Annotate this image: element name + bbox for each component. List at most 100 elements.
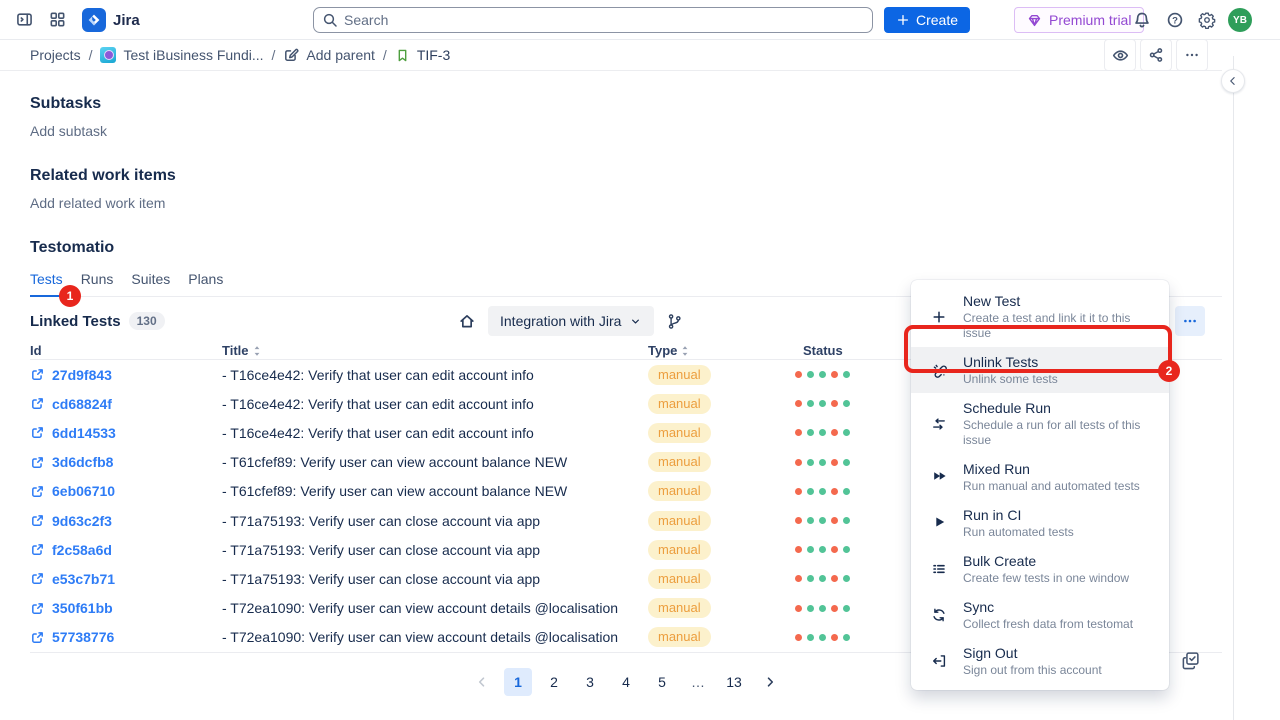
external-link-icon <box>30 513 45 528</box>
tab-runs[interactable]: Runs <box>81 271 114 296</box>
premium-trial-button[interactable]: Premium trial <box>1014 7 1144 33</box>
sort-icon <box>681 345 689 357</box>
search-input[interactable] <box>313 7 873 33</box>
help-icon[interactable]: ? <box>1166 11 1184 29</box>
column-header-id[interactable]: Id <box>30 343 222 358</box>
status-dot-green <box>807 459 814 466</box>
test-id-link[interactable]: 3d6dcfb8 <box>52 454 113 470</box>
chevron-down-icon <box>629 315 642 328</box>
test-id-link[interactable]: e53c7b71 <box>52 571 115 587</box>
menu-item-sync[interactable]: SyncCollect fresh data from testomat <box>911 592 1169 638</box>
type-cell: manual <box>648 365 795 385</box>
tab-plans[interactable]: Plans <box>188 271 223 296</box>
status-dot-green <box>843 605 850 612</box>
status-dot-green <box>807 488 814 495</box>
create-button[interactable]: Create <box>884 7 970 33</box>
tab-suites[interactable]: Suites <box>131 271 170 296</box>
branch-icon[interactable] <box>666 313 683 330</box>
chevron-left-icon <box>1227 75 1239 87</box>
id-cell: 9d63c2f3 <box>30 513 222 529</box>
type-cell: manual <box>648 511 795 531</box>
status-dot-green <box>843 546 850 553</box>
more-actions-button[interactable] <box>1175 306 1205 336</box>
test-id-link[interactable]: f2c58a6d <box>52 542 112 558</box>
menu-item-subtitle: Run automated tests <box>963 525 1074 540</box>
type-badge: manual <box>648 365 711 385</box>
add-related-work-item-button[interactable]: Add related work item <box>30 195 165 211</box>
diamond-icon <box>1027 13 1042 28</box>
add-parent-button[interactable]: Add parent <box>283 47 375 63</box>
edit-pencil-icon <box>283 47 299 63</box>
tab-tests[interactable]: Tests <box>30 271 63 297</box>
breadcrumb-project-label: Test iBusiness Fundi... <box>123 47 263 63</box>
add-parent-label: Add parent <box>306 47 375 63</box>
pagination-next-button[interactable] <box>756 668 784 696</box>
page-button-2[interactable]: 2 <box>540 668 568 696</box>
app-title: Jira <box>113 12 140 29</box>
test-id-link[interactable]: 9d63c2f3 <box>52 513 112 529</box>
page-button-3[interactable]: 3 <box>576 668 604 696</box>
page-button-13[interactable]: 13 <box>720 668 748 696</box>
plus-icon <box>931 309 947 325</box>
column-header-type[interactable]: Type <box>648 343 795 358</box>
menu-item-unlink-tests[interactable]: Unlink TestsUnlink some tests <box>911 347 1169 393</box>
share-button[interactable] <box>1140 39 1172 71</box>
page-button-1[interactable]: 1 <box>504 668 532 696</box>
menu-item-text: SyncCollect fresh data from testomat <box>963 598 1133 632</box>
menu-item-bulk-create[interactable]: Bulk CreateCreate few tests in one windo… <box>911 546 1169 592</box>
menu-item-sign-out[interactable]: Sign OutSign out from this account <box>911 638 1169 684</box>
sidebar-toggle-icon[interactable] <box>16 11 33 28</box>
project-select[interactable]: Integration with Jira <box>488 306 654 336</box>
test-id-link[interactable]: 27d9f843 <box>52 367 112 383</box>
menu-item-text: Sign OutSign out from this account <box>963 644 1102 678</box>
status-dot-green <box>843 488 850 495</box>
breadcrumb-issue[interactable]: TIF-3 <box>395 47 450 63</box>
ellipsis-icon <box>1184 47 1200 63</box>
status-dot-green <box>819 429 826 436</box>
test-id-link[interactable]: 350f61bb <box>52 600 113 616</box>
breadcrumb-project[interactable]: Test iBusiness Fundi... <box>100 47 263 63</box>
type-badge: manual <box>648 481 711 501</box>
status-dot-red <box>795 546 802 553</box>
status-dot-red <box>831 429 838 436</box>
settings-gear-icon[interactable] <box>1198 11 1216 29</box>
menu-item-text: Bulk CreateCreate few tests in one windo… <box>963 552 1129 586</box>
app-switcher-icon[interactable] <box>49 11 66 28</box>
pagination-prev-button[interactable] <box>468 668 496 696</box>
menu-item-schedule-run[interactable]: Schedule RunSchedule a run for all tests… <box>911 393 1169 454</box>
breadcrumb-projects[interactable]: Projects <box>30 47 81 63</box>
search-icon <box>322 12 338 28</box>
jira-logo-icon[interactable] <box>82 8 106 32</box>
status-dot-red <box>831 546 838 553</box>
test-id-link[interactable]: 6dd14533 <box>52 425 116 441</box>
breadcrumb-separator: / <box>89 47 93 63</box>
collapse-panel-button[interactable] <box>1221 69 1245 93</box>
test-title: - T71a75193: Verify user can close accou… <box>222 542 648 558</box>
page-button-4[interactable]: 4 <box>612 668 640 696</box>
test-id-link[interactable]: cd68824f <box>52 396 112 412</box>
test-id-link[interactable]: 57738776 <box>52 629 114 645</box>
run-ci-icon <box>931 514 947 533</box>
menu-item-new-test[interactable]: New TestCreate a test and link it it to … <box>911 286 1169 347</box>
linked-tests-count-badge: 130 <box>129 312 165 330</box>
watch-eye-button[interactable] <box>1104 39 1136 71</box>
menu-item-text: New TestCreate a test and link it it to … <box>963 292 1155 341</box>
status-dot-red <box>795 488 802 495</box>
menu-item-subtitle: Sign out from this account <box>963 663 1102 678</box>
menu-item-run-in-ci[interactable]: Run in CIRun automated tests <box>911 500 1169 546</box>
menu-item-mixed-run[interactable]: Mixed RunRun manual and automated tests <box>911 454 1169 500</box>
issue-more-button[interactable] <box>1176 39 1208 71</box>
home-icon[interactable] <box>458 312 476 330</box>
column-header-title[interactable]: Title <box>222 343 648 358</box>
notifications-bell-icon[interactable] <box>1133 11 1151 29</box>
test-id-link[interactable]: 6eb06710 <box>52 483 115 499</box>
add-subtask-button[interactable]: Add subtask <box>30 123 107 139</box>
user-avatar[interactable]: YB <box>1228 8 1252 32</box>
testomatio-heading: Testomatio <box>30 239 1222 257</box>
status-dot-red <box>831 517 838 524</box>
status-dot-red <box>795 459 802 466</box>
menu-item-title: Unlink Tests <box>963 353 1058 371</box>
bulk-select-icon[interactable] <box>1181 651 1200 670</box>
page-button-5[interactable]: 5 <box>648 668 676 696</box>
project-controls: Integration with Jira <box>458 306 683 336</box>
